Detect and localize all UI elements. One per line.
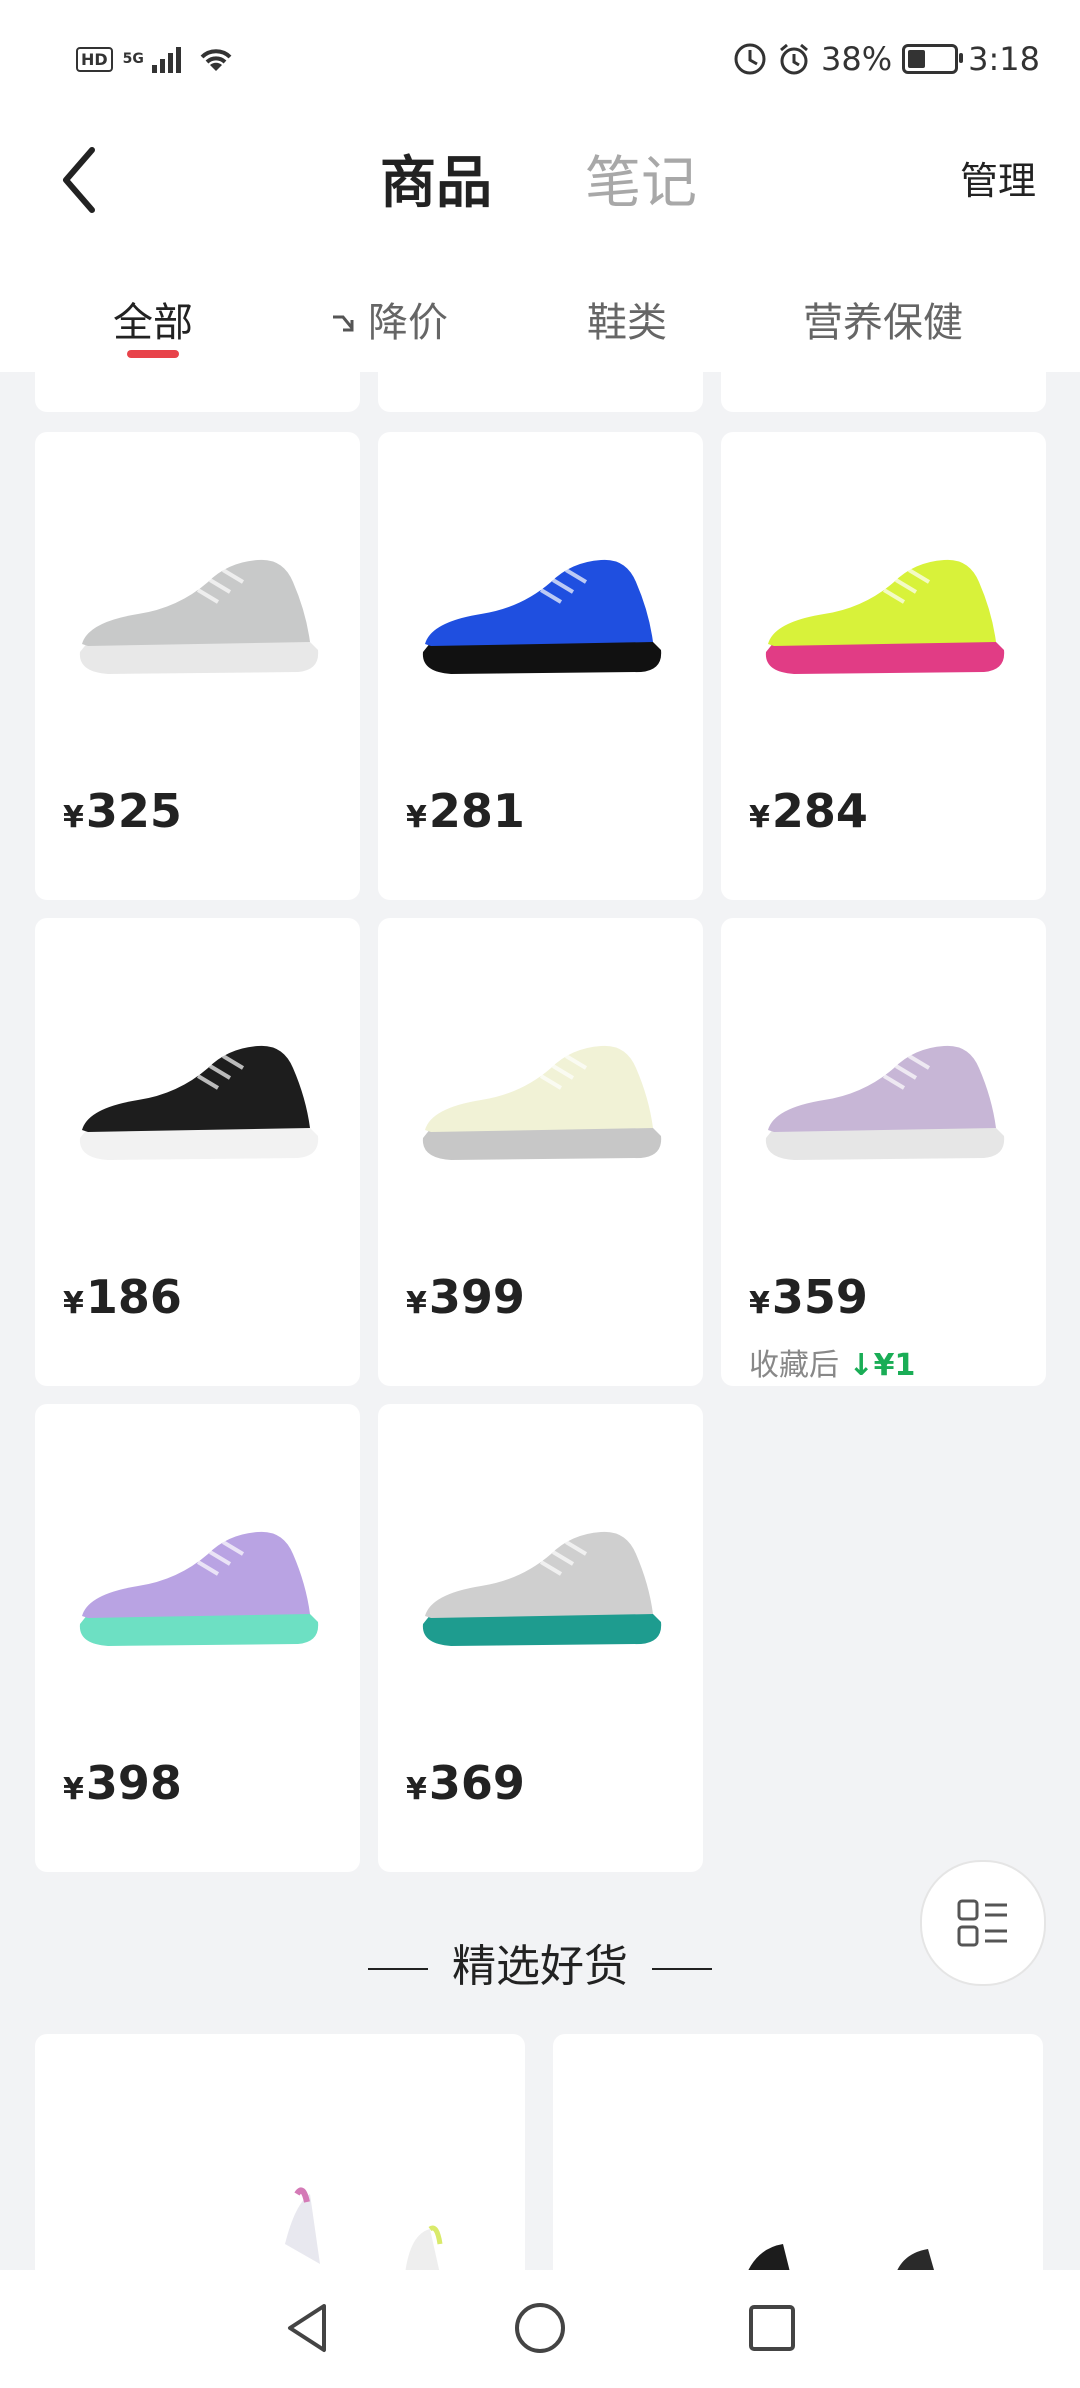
product-image (55, 1454, 340, 1714)
manage-button[interactable]: 管理 (960, 150, 1036, 205)
divider-left (368, 1968, 428, 1970)
header: 商品 笔记 管理 (0, 120, 1080, 250)
product-price: ¥398 (63, 1756, 182, 1810)
favorite-discount-prefix: 收藏后 (749, 1348, 839, 1383)
shoe-upper (81, 559, 310, 646)
nav-home-icon[interactable] (512, 2300, 568, 2356)
shoe-upper (767, 1045, 996, 1132)
price-value: 398 (85, 1756, 182, 1810)
hd-icon: HD (76, 46, 113, 72)
section-title: 精选好货 (0, 1930, 1080, 1994)
price-drop-icon (333, 315, 354, 332)
battery-fill (908, 50, 926, 68)
product-image (741, 482, 1026, 742)
status-right: 38% 3:18 (733, 40, 1040, 78)
divider-right (652, 1968, 712, 1970)
price-value: 369 (428, 1756, 525, 1810)
product-card[interactable]: ¥284 (721, 432, 1046, 900)
product-image (741, 968, 1026, 1228)
nav-back-icon[interactable] (280, 2300, 336, 2356)
network-type: 5G (122, 51, 144, 67)
system-nav-bar (0, 2270, 1080, 2388)
product-card[interactable]: ¥399 (378, 918, 703, 1386)
product-image (55, 968, 340, 1228)
filter-shoes[interactable]: 鞋类 (587, 290, 667, 348)
filter-tabs: 全部 降价 鞋类 营养保健 (0, 250, 1080, 372)
alarm-icon (780, 43, 808, 75)
clock: 3:18 (968, 40, 1040, 78)
status-bar: HD 5G 38% 3:18 (0, 0, 1080, 120)
yen-symbol: ¥ (406, 800, 427, 835)
product-card[interactable]: ¥369 (378, 1404, 703, 1872)
yen-symbol: ¥ (63, 800, 84, 835)
product-image (398, 968, 683, 1228)
product-card[interactable]: ¥398 (35, 1404, 360, 1872)
shoe-upper (424, 559, 653, 646)
product-price: ¥369 (406, 1756, 525, 1810)
yen-symbol: ¥ (406, 1772, 427, 1807)
yen-symbol: ¥ (406, 1286, 427, 1321)
tab-products[interactable]: 商品 (380, 138, 492, 219)
section-title-text: 精选好货 (452, 1941, 628, 1992)
product-card[interactable]: ¥186 (35, 918, 360, 1386)
yen-symbol: ¥ (63, 1286, 84, 1321)
price-value: 284 (771, 784, 868, 838)
product-image (398, 482, 683, 742)
active-tab-indicator (127, 350, 179, 358)
filter-price-drop-label: 降价 (368, 300, 448, 346)
price-value: 359 (771, 1270, 868, 1324)
product-image (55, 482, 340, 742)
filter-price-drop[interactable]: 降价 (330, 290, 448, 348)
shoe-upper (424, 1531, 653, 1618)
back-icon[interactable] (52, 140, 112, 220)
battery-percent: 38% (821, 40, 893, 78)
price-value: 186 (85, 1270, 182, 1324)
price-value: 325 (85, 784, 182, 838)
filter-nutrition[interactable]: 营养保健 (803, 290, 963, 348)
shoe-upper (81, 1531, 310, 1618)
product-price: ¥359 (749, 1270, 868, 1324)
product-card-partial[interactable] (721, 372, 1046, 412)
product-card-partial[interactable] (35, 372, 360, 412)
data-saver-icon (734, 43, 766, 75)
favorite-discount-amount: ↓¥1 (848, 1348, 916, 1383)
yen-symbol: ¥ (749, 1286, 770, 1321)
nav-recent-icon[interactable] (744, 2300, 800, 2356)
shoe-upper (81, 1045, 310, 1132)
product-price: ¥284 (749, 784, 868, 838)
product-card-partial[interactable] (378, 372, 703, 412)
battery-icon (902, 44, 964, 74)
product-price: ¥281 (406, 784, 525, 838)
yen-symbol: ¥ (749, 800, 770, 835)
yen-symbol: ¥ (63, 1772, 84, 1807)
status-left: HD 5G (76, 44, 236, 74)
product-card[interactable]: ¥325 (35, 432, 360, 900)
favorite-discount-note: 收藏后 ↓¥1 (749, 1340, 915, 1384)
product-price: ¥399 (406, 1270, 525, 1324)
signal-icon (151, 47, 181, 73)
shoe-upper (767, 559, 996, 646)
product-price: ¥325 (63, 784, 182, 838)
price-value: 399 (428, 1270, 525, 1324)
product-card[interactable]: ¥281 (378, 432, 703, 900)
wifi-icon (200, 49, 232, 71)
product-price: ¥186 (63, 1270, 182, 1324)
shoe-upper (424, 1045, 653, 1132)
product-image (398, 1454, 683, 1714)
tab-notes[interactable]: 笔记 (585, 138, 697, 219)
product-card[interactable]: ¥359 收藏后 ↓¥1 (721, 918, 1046, 1386)
filter-all[interactable]: 全部 (113, 290, 193, 348)
price-value: 281 (428, 784, 525, 838)
